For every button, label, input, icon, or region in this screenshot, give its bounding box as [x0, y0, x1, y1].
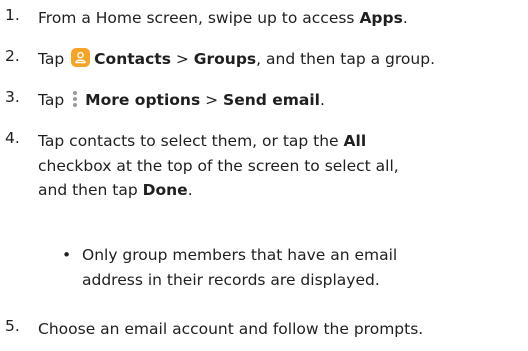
done-label: Done	[142, 181, 188, 199]
groups-label: Groups	[193, 50, 257, 68]
step-number: 4.	[5, 129, 20, 147]
step-number: 2.	[5, 47, 20, 65]
step-text-segment: Tap	[38, 50, 70, 68]
step-text-segment: Tap	[38, 91, 70, 109]
note-text: Only group members that have an email ad…	[82, 243, 522, 292]
chevron-separator: >	[200, 91, 224, 109]
step-text-segment: Tap contacts to select them, or tap the	[38, 132, 344, 150]
step-text: Choose an email account and follow the p…	[38, 317, 522, 342]
step-text: From a Home screen, swipe up to access A…	[38, 6, 522, 31]
step-text-line: Choose an email account and follow the p…	[38, 320, 424, 338]
step-number: 1.	[5, 6, 20, 24]
step-text-line: checkbox at the top of the screen to sel…	[38, 156, 399, 175]
step-text: Tap Contacts > Groups, and then tap a gr…	[38, 47, 522, 72]
step-text: Tap More options > Send email.	[38, 88, 522, 113]
all-label: All	[343, 132, 367, 150]
more-options-icon	[71, 90, 79, 108]
chevron-separator: >	[170, 50, 194, 68]
note-line: address in their records are displayed.	[82, 270, 380, 289]
step-text-segment: From a Home screen, swipe up to access	[38, 9, 360, 27]
note-line: Only group members that have an email	[82, 246, 398, 264]
contacts-label: Contacts	[94, 50, 171, 68]
apps-label: Apps	[359, 9, 403, 27]
step-number: 5.	[5, 317, 20, 335]
step-text-segment: .	[319, 91, 325, 109]
more-options-label: More options	[85, 91, 201, 109]
step-text-segment: and then tap	[38, 181, 143, 199]
step-number: 3.	[5, 88, 20, 106]
contacts-app-icon	[71, 48, 91, 67]
step-text-segment: , and then tap a group.	[256, 50, 435, 68]
bullet-marker: •	[62, 246, 72, 264]
step-text-segment: .	[402, 9, 408, 27]
step-text: Tap contacts to select them, or tap the …	[38, 129, 522, 203]
send-email-label: Send email	[223, 91, 320, 109]
step-text-segment: .	[187, 181, 193, 199]
